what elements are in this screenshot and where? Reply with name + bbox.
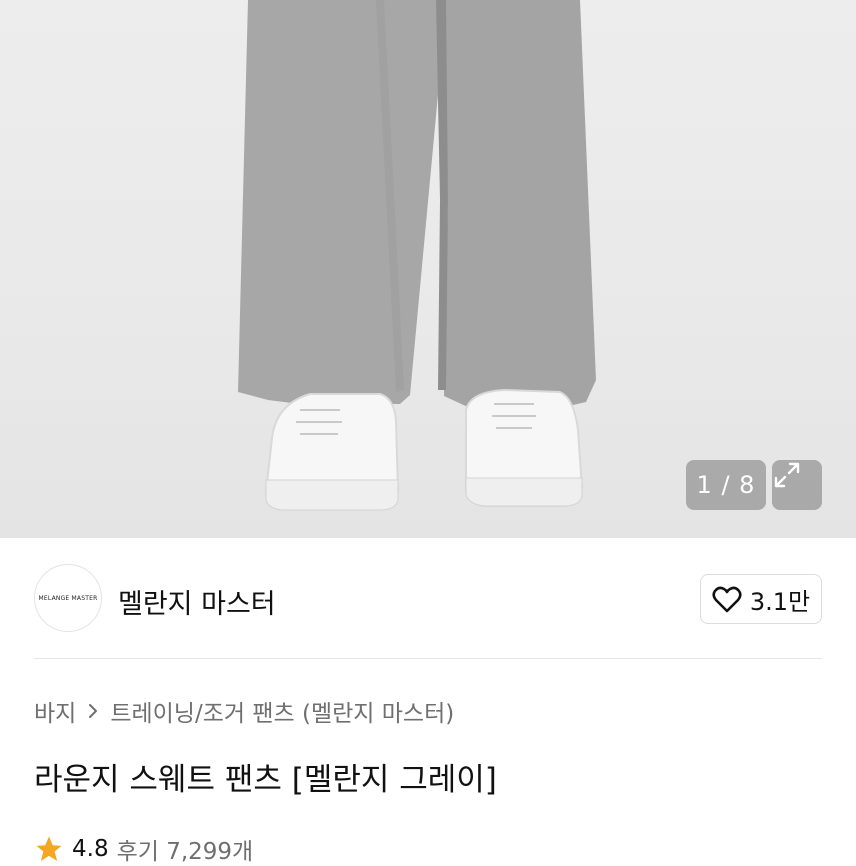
review-count[interactable]: 후기 7,299개 [117,832,254,866]
expand-arrows-icon [774,462,800,488]
brand-name[interactable]: 멜란지 마스터 [118,582,276,621]
expand-button[interactable] [772,460,822,510]
product-photo-pants [238,0,596,511]
product-image[interactable]: 1 / 8 [0,0,856,538]
chevron-right-icon [89,704,98,718]
breadcrumb-subcategory[interactable]: 트레이닝/조거 팬츠 (멜란지 마스터) [110,694,454,728]
rating-row[interactable]: 4.8 후기 7,299개 [34,832,253,866]
product-title: 라운지 스웨트 팬츠 [멜란지 그레이] [34,762,497,798]
like-count: 3.1만 [749,587,811,616]
heart-outline-icon [712,586,742,613]
image-counter: 1 / 8 [686,460,766,510]
brand-logo[interactable]: MELANGE MASTER [34,564,102,632]
like-button[interactable]: 3.1만 [700,574,822,624]
breadcrumb-category[interactable]: 바지 [34,694,76,728]
brand-row: MELANGE MASTER 멜란지 마스터 3.1만 [34,564,822,632]
divider [34,658,822,659]
rating-score: 4.8 [72,836,109,862]
star-icon [36,836,62,861]
brand-logo-text: MELANGE MASTER [38,594,98,602]
breadcrumb: 바지 트레이닝/조거 팬츠 (멜란지 마스터) [34,694,454,728]
